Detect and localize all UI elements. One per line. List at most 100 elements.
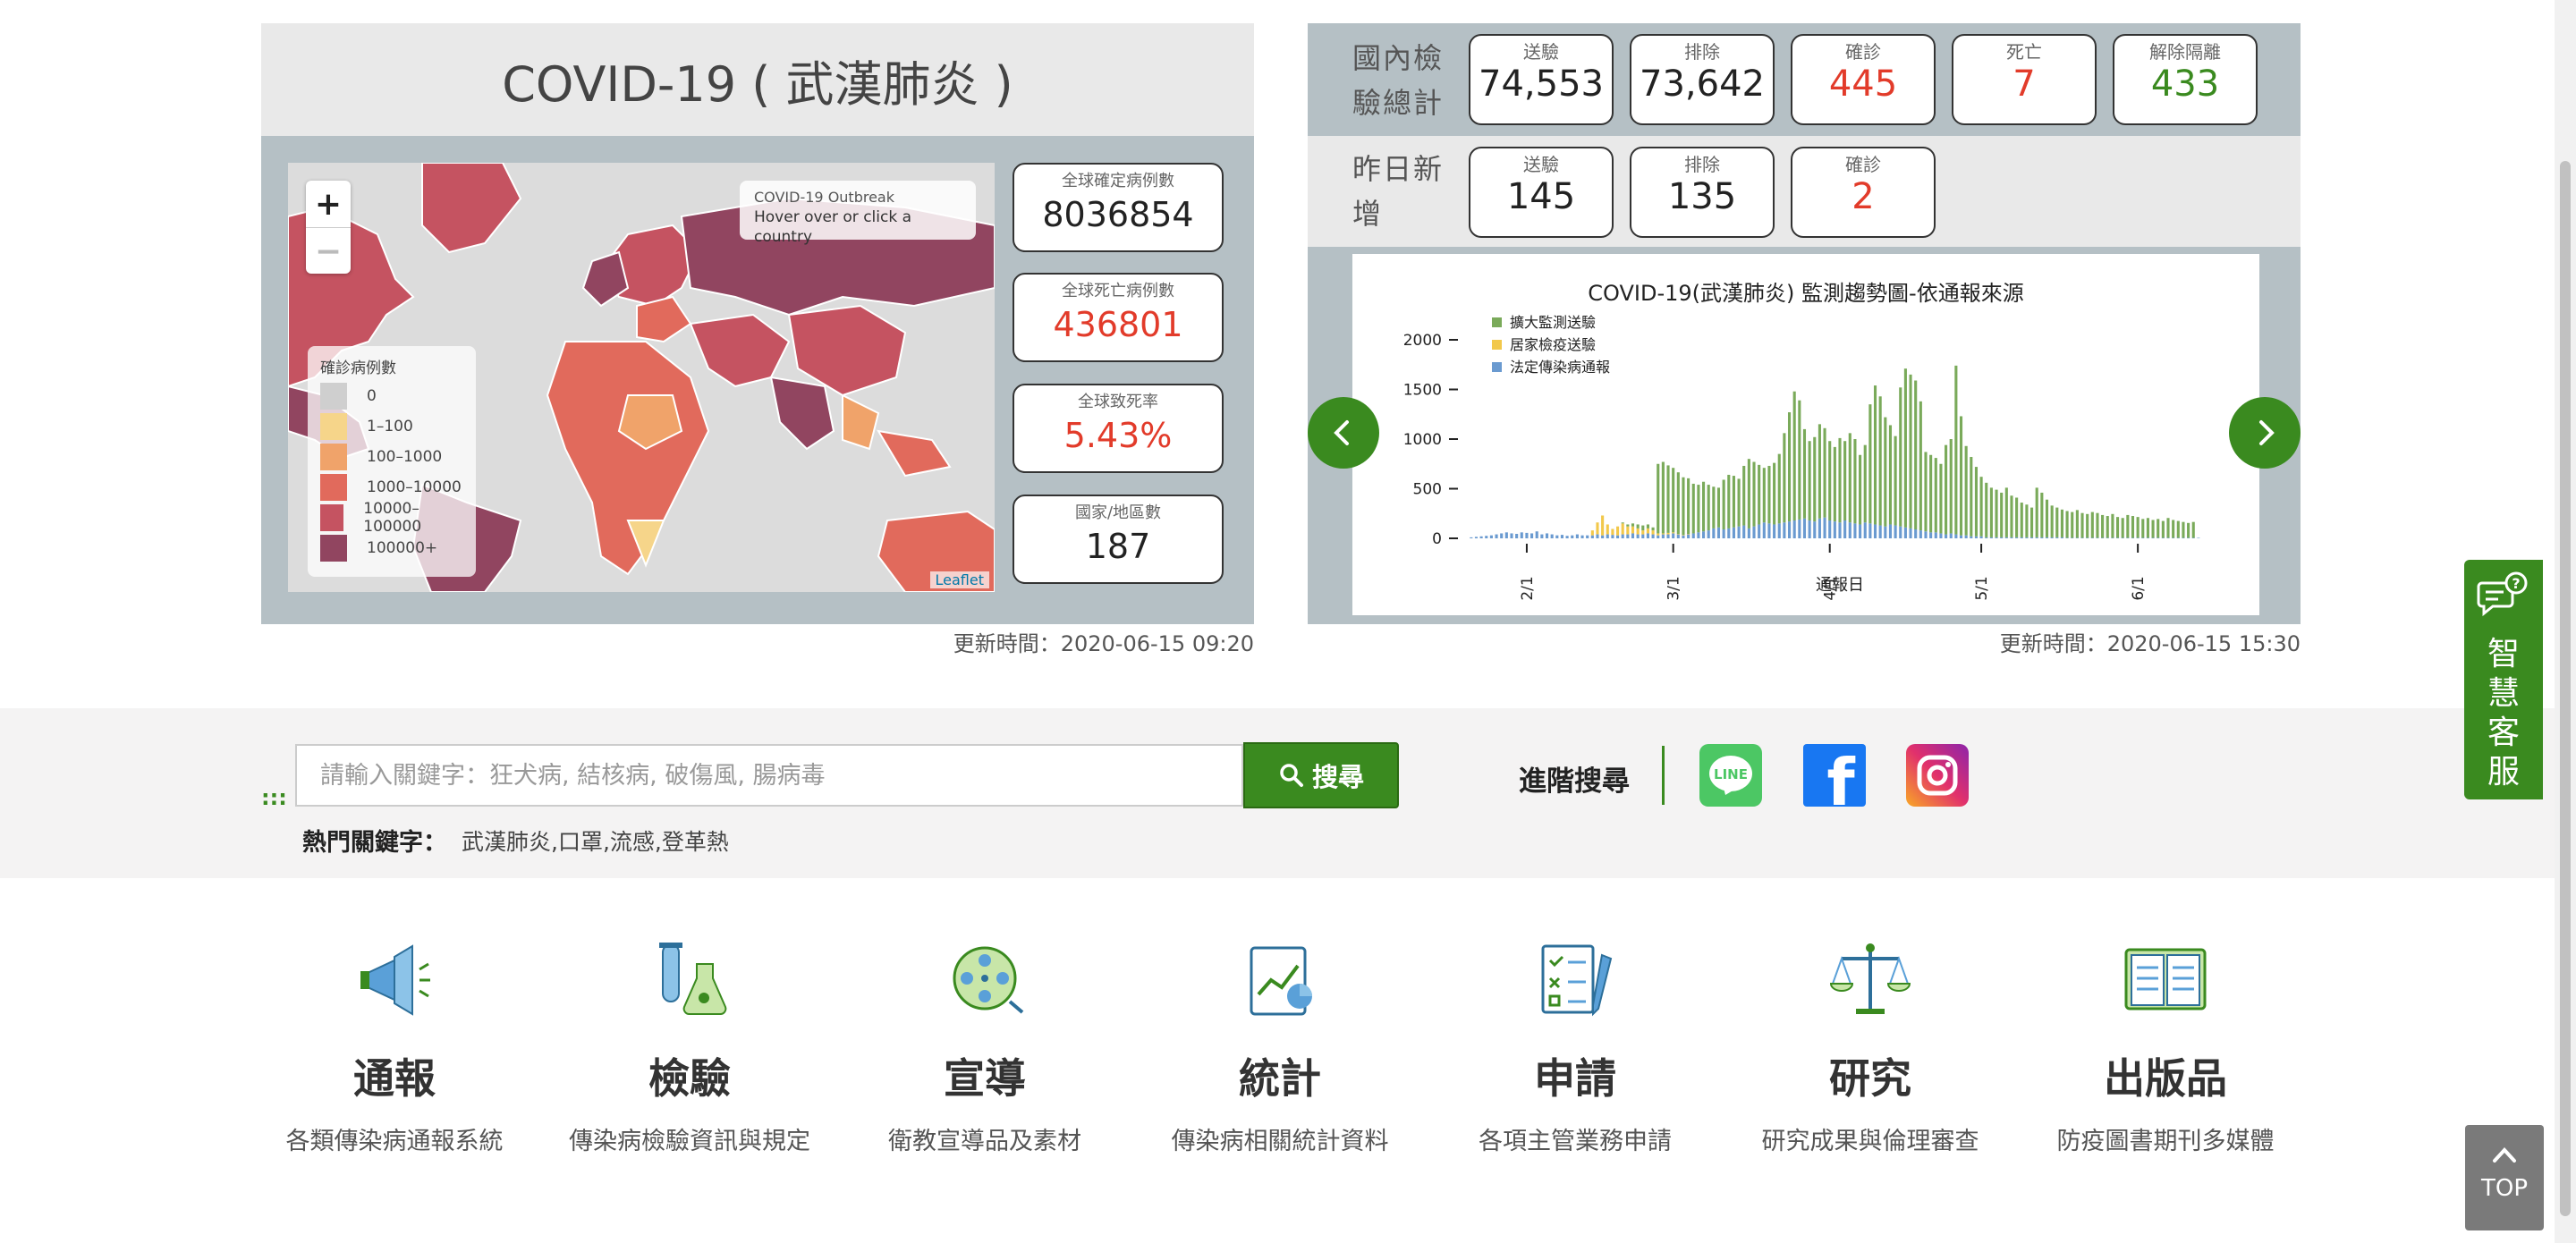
zoom-out-button[interactable]: − [306,227,351,275]
service-name: 宣導 [944,1054,1026,1103]
chart-bar [2141,537,2145,538]
chart-bar [1833,446,1836,522]
chart-bar [2131,516,2135,538]
chart-bar [1894,435,1897,526]
zoom-in-button[interactable]: + [306,181,351,227]
chart-bar [1510,533,1513,538]
chart-bar [2115,517,2120,538]
chart-bar [1621,522,1624,524]
chart-bar [1823,427,1826,518]
hot-keywords-links[interactable]: 武漢肺炎,口罩,流感,登革熱 [462,824,729,857]
service-apply[interactable]: 申請 各項主管業務申請 [1441,937,1709,1156]
search-button-label: 搜尋 [1311,762,1364,792]
chart-bar [1672,532,1675,534]
leaflet-attribution-link[interactable]: Leaflet [929,571,989,588]
chart-bar [1504,532,1508,538]
search-input[interactable] [295,744,1243,807]
chart-bar [1989,537,1993,538]
chart-bar [1974,467,1979,537]
chart-bar [1838,437,1842,523]
chart-bar [2172,520,2175,538]
chart-bar [1954,534,1958,538]
chart-bar [2071,537,2074,538]
chart-bar [1691,533,1695,538]
domestic-stat-box: 死亡 7 [1952,34,2097,125]
line-button[interactable]: LINE [1699,744,1762,807]
service-description: 各類傳染病通報系統 [285,1128,504,1155]
domestic-stat-label: 確診 [1845,41,1881,63]
chart-bar [1520,532,1523,538]
chart-bar [1909,374,1912,528]
chart-bar [1550,534,1554,538]
chart-bar [1934,458,1937,533]
chart-bar [2187,522,2190,538]
chart-bar [1818,424,1821,519]
service-research[interactable]: 研究 研究成果與倫理審查 [1736,937,2004,1156]
service-description: 各項主管業務申請 [1479,1128,1672,1155]
chart-bar [1783,522,1786,538]
chart-bar [2172,537,2175,538]
service-description: 防疫圖書期刊多媒體 [2056,1128,2275,1155]
domestic-stat-label: 送驗 [1523,154,1559,175]
chart-bar [1657,535,1660,538]
service-test[interactable]: 檢驗 傳染病檢驗資訊與規定 [555,937,824,1156]
chart-bar [2080,512,2084,538]
world-map[interactable]: + − COVID-19 Outbreak Hover over or clic… [288,163,995,592]
chart-bar [1601,535,1605,538]
service-stats[interactable]: 統計 傳染病相關統計資料 [1146,937,1414,1156]
scrollbar-thumb[interactable] [2560,161,2571,1216]
chart-bar [1783,433,1786,523]
chart-bar [1798,519,1801,538]
chart-bar [1899,526,1902,538]
chart-bar [2191,537,2195,538]
chart-prev-button[interactable] [1308,397,1379,469]
instagram-button[interactable] [1906,744,1969,807]
search-button[interactable]: 搜尋 [1243,742,1399,808]
map-info-box: COVID-19 Outbreak Hover over or click a … [740,181,976,246]
map-zoom-control: + − [306,181,351,274]
legend-swatch [320,535,347,562]
chart-bar [1802,428,1807,519]
service-promo[interactable]: 宣導 衛教宣導品及素材 [851,937,1119,1156]
service-name: 檢驗 [648,1054,731,1103]
chart-bar [1555,535,1559,538]
advanced-search-link[interactable]: 進階搜尋 [1519,758,1630,799]
chart-bar [1752,461,1756,527]
service-publication[interactable]: 出版品 防疫圖書期刊多媒體 [2031,937,2300,1156]
chart-bar [1641,530,1645,535]
chart-bar [1903,527,1907,538]
map-panel-title: COVID-19 ( 武漢肺炎 ) [261,23,1254,136]
chart-bar [1666,534,1670,538]
chart-bar [1868,404,1872,524]
back-to-top-button[interactable]: TOP [2465,1125,2544,1230]
chart-bar [1646,524,1649,528]
x-tick-label: 3/1 [1665,576,1683,600]
chart-legend-label: 擴大監測送驗 [1510,314,1596,331]
chart-bar [2010,495,2013,537]
chart-title: COVID-19(武漢肺炎) 監測趨勢圖-依通報來源 [1588,281,2023,306]
chart-next-button[interactable] [2229,397,2301,469]
chart-bar [1828,441,1832,521]
chart-bar [2166,518,2170,538]
chart-bar [1626,526,1630,535]
chart-bar [1716,487,1721,528]
yesterday-new-row: 昨日新增 送驗 145 排除 135 確診 2 [1308,136,2301,247]
chart-bar [1798,400,1801,520]
service-report[interactable]: 通報 各類傳染病通報系統 [260,937,529,1156]
chart-bar [1903,368,1907,528]
chart-bar [2040,537,2044,538]
chart-bar [2050,505,2054,537]
chart-bar [1646,533,1649,538]
facebook-button[interactable]: f [1803,744,1866,807]
chart-bar [2035,487,2038,537]
smart-service-widget[interactable]: ? 智慧客服 [2464,560,2543,799]
chart-bar [1762,468,1766,523]
chart-bar [1758,464,1761,525]
chart-bar [1697,532,1700,538]
chart-bar [1949,439,1953,534]
chart-bar [1859,454,1862,525]
chart-bar [1843,520,1847,538]
chart-bar [1606,524,1609,535]
chart-bar [1954,365,1958,535]
domestic-stat-value: 445 [1828,63,1898,105]
